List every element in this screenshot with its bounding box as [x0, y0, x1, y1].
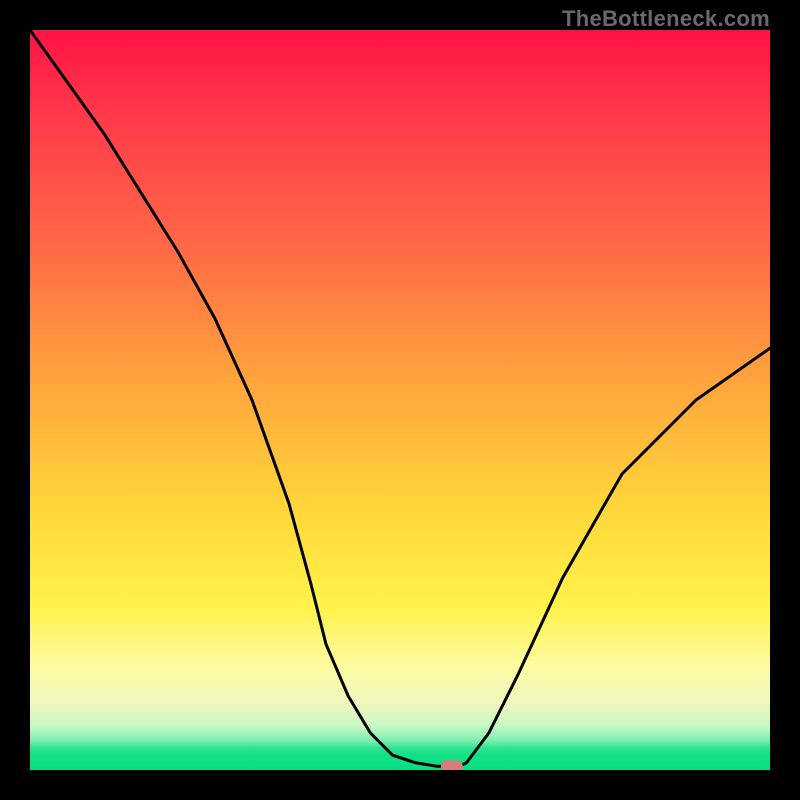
- optimal-point-marker: [441, 760, 463, 770]
- chart-svg: [30, 30, 770, 770]
- chart-container: TheBottleneck.com: [0, 0, 800, 800]
- watermark-text: TheBottleneck.com: [562, 6, 770, 32]
- bottleneck-curve-line: [30, 30, 770, 766]
- plot-area: [30, 30, 770, 770]
